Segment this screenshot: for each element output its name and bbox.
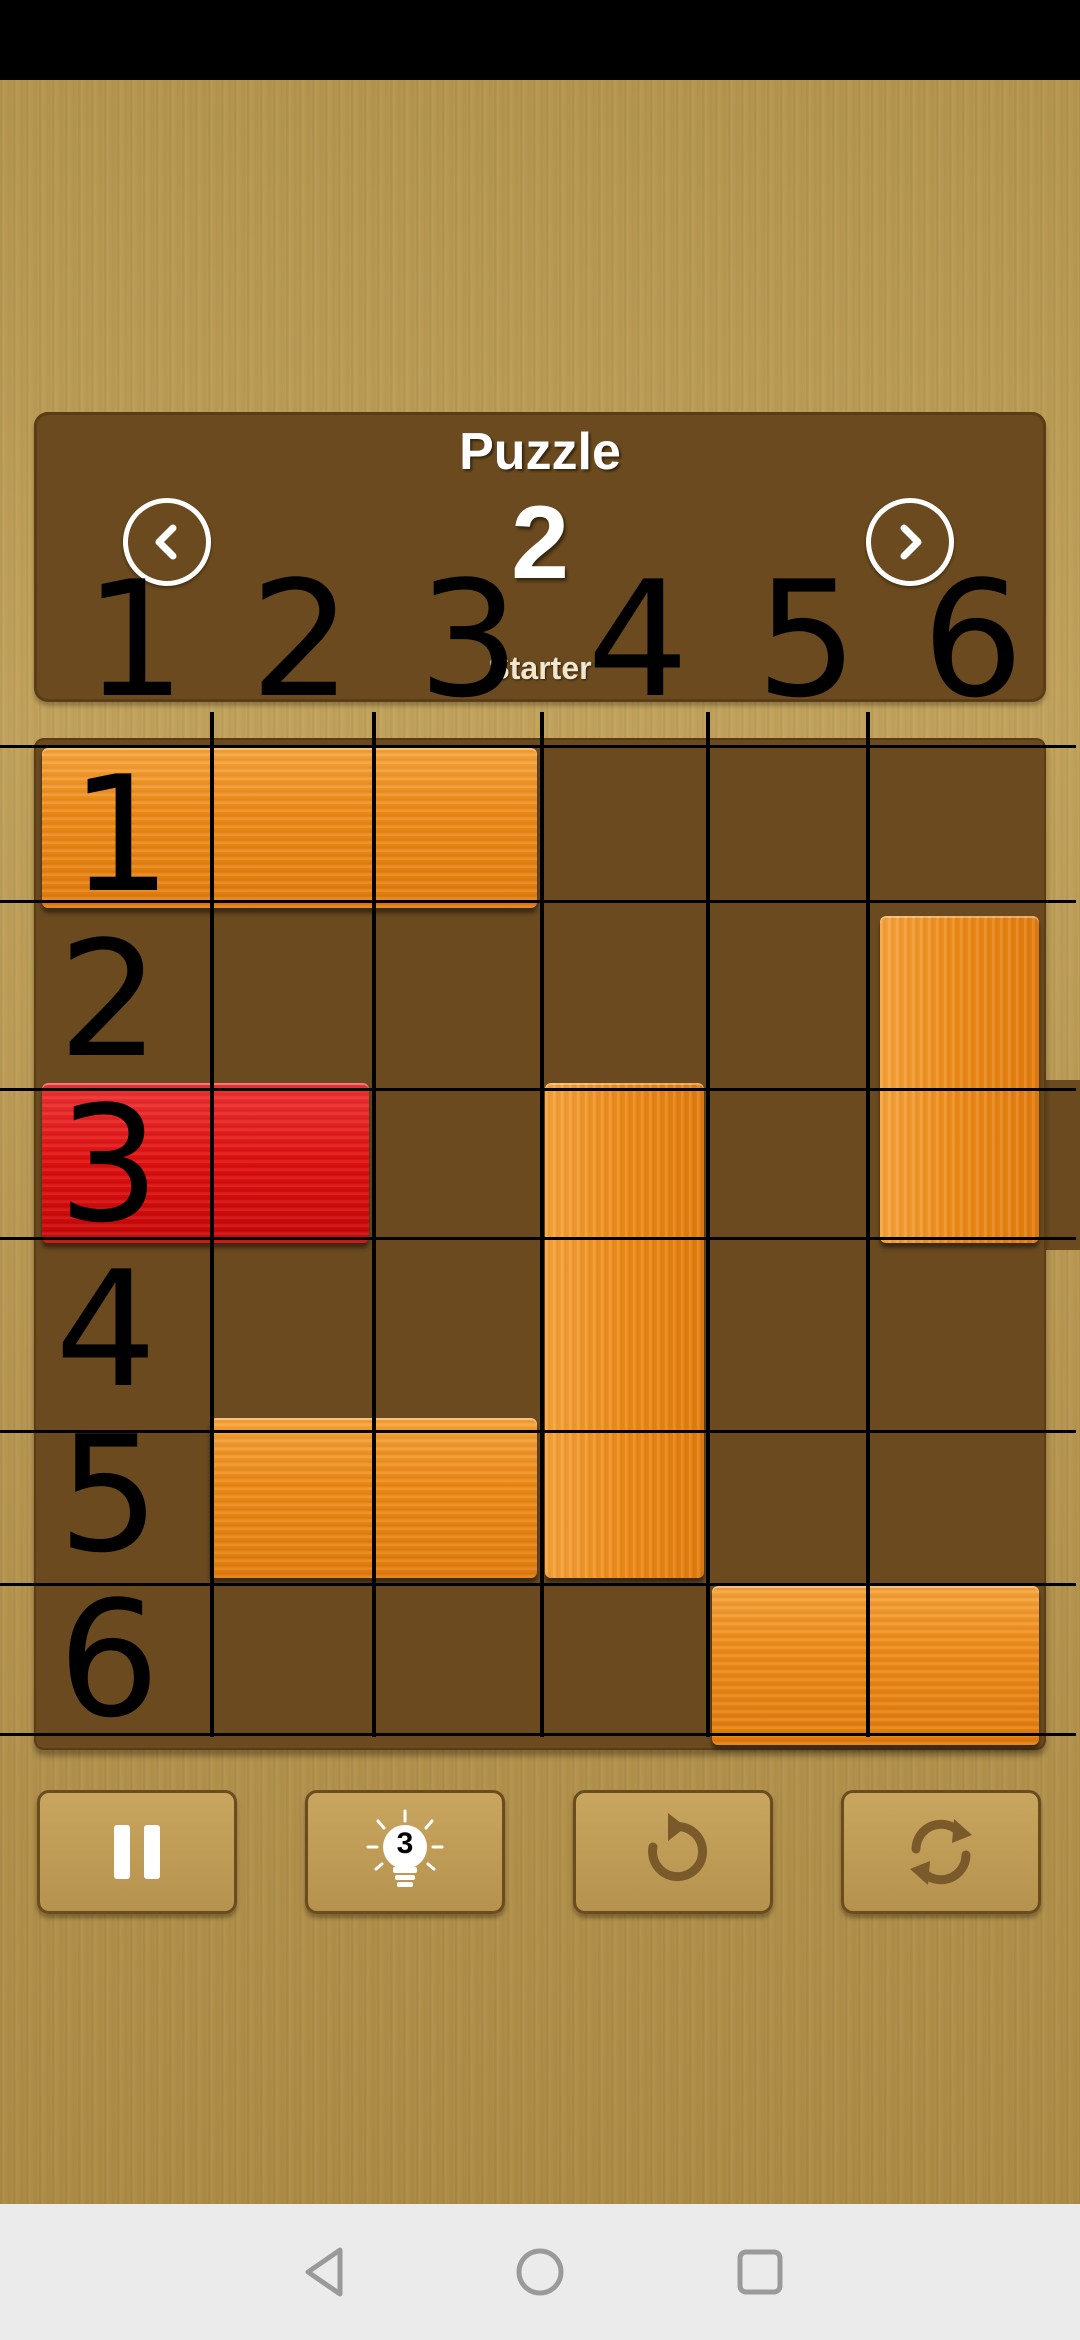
block-col6-vertical[interactable] xyxy=(879,915,1039,1243)
system-navigation-bar xyxy=(0,2204,1080,2340)
restart-button[interactable] xyxy=(841,1790,1041,1914)
grid-line-horizontal xyxy=(0,1088,1076,1091)
hint-button[interactable]: 3 xyxy=(305,1790,505,1914)
grid-line-horizontal xyxy=(0,1430,1076,1433)
row-label: 1 xyxy=(70,741,172,928)
block-row6-horizontal[interactable] xyxy=(712,1585,1039,1745)
row-label: 5 xyxy=(58,1401,160,1588)
pause-button[interactable] xyxy=(37,1790,237,1914)
exit-slot xyxy=(1044,1080,1080,1250)
grid-line-horizontal xyxy=(0,1583,1076,1586)
restart-icon xyxy=(910,1819,972,1885)
status-bar xyxy=(0,0,1080,80)
pause-icon xyxy=(114,1825,160,1879)
puzzle-title: Puzzle xyxy=(459,423,621,481)
column-label: 2 xyxy=(250,546,352,733)
recents-icon[interactable] xyxy=(730,2242,790,2302)
grid-line-horizontal xyxy=(0,1733,1076,1736)
row-label: 3 xyxy=(58,1071,160,1258)
column-label: 3 xyxy=(418,546,520,733)
grid-line-horizontal xyxy=(0,1237,1076,1240)
block-col4-vertical[interactable] xyxy=(544,1083,704,1578)
row-label: 4 xyxy=(55,1236,157,1423)
column-label: 1 xyxy=(84,546,186,733)
row-label: 2 xyxy=(58,906,160,1093)
column-label: 5 xyxy=(756,546,858,733)
column-labels: 1 2 3 4 5 6 xyxy=(0,560,1080,720)
undo-icon xyxy=(648,1813,708,1882)
hint-count: 3 xyxy=(396,1827,414,1860)
row-label: 6 xyxy=(58,1566,160,1753)
column-label: 4 xyxy=(587,546,689,733)
back-icon[interactable] xyxy=(296,2242,356,2302)
home-icon[interactable] xyxy=(510,2242,570,2302)
undo-button[interactable] xyxy=(573,1790,773,1914)
column-label: 6 xyxy=(922,546,1024,733)
